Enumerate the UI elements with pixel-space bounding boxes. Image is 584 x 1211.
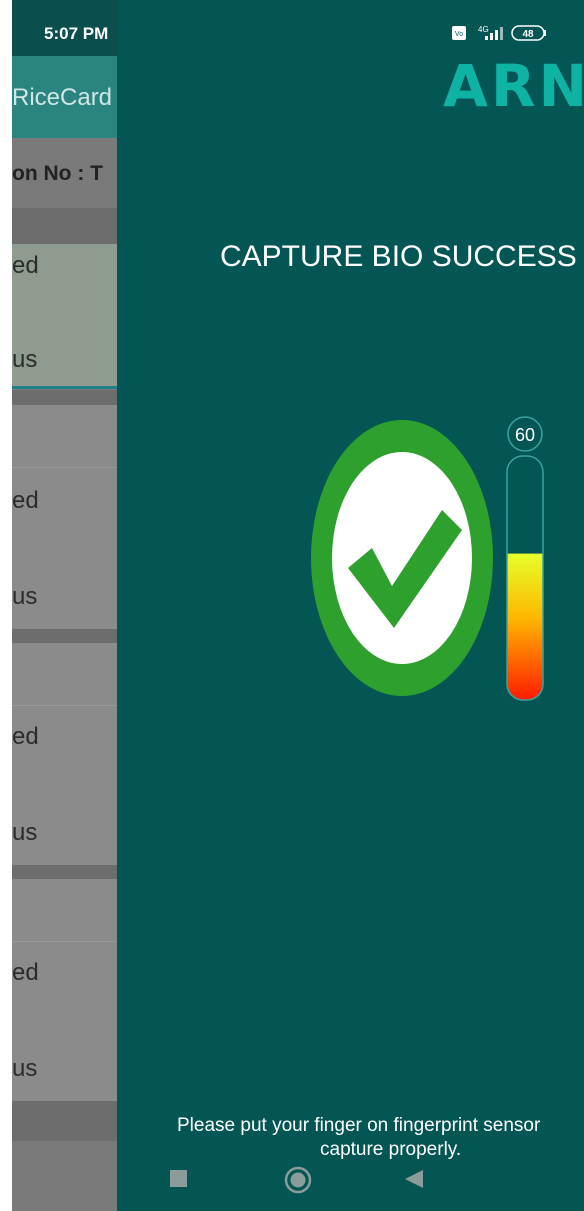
signal-icon: 4G	[478, 25, 503, 40]
back-icon[interactable]	[403, 1168, 425, 1190]
svg-text:4G: 4G	[478, 25, 489, 34]
ration-number-text: on No : T	[12, 162, 103, 185]
svg-text:Vo: Vo	[455, 31, 463, 38]
list-gap	[12, 865, 117, 879]
divider	[12, 467, 117, 468]
list-item-line2: us	[12, 346, 38, 373]
capture-dialog: ARNT CAPTURE BIO SUCCESS ! 60 Please put…	[117, 0, 584, 1211]
divider	[12, 705, 117, 706]
list-item-line2: us	[12, 819, 38, 846]
list-item[interactable]: ed us	[12, 643, 117, 865]
background-app: RiceCard on No : T ed us ed us ed us ed …	[12, 0, 117, 1211]
list-item-line1: ed	[12, 487, 39, 514]
recents-icon[interactable]	[168, 1168, 190, 1190]
list-item-line1: ed	[12, 959, 39, 986]
battery-icon: 48	[511, 25, 546, 41]
selected-indicator	[12, 386, 117, 389]
quality-meter-fill	[507, 553, 543, 700]
quality-meter: 60	[506, 416, 544, 701]
list-item[interactable]: ed us	[12, 244, 117, 388]
hint-line2: capture properly.	[320, 1139, 462, 1160]
list-item-line1: ed	[12, 723, 39, 750]
capture-status-headline: CAPTURE BIO SUCCESS !	[220, 240, 584, 273]
hint-line1: Please put your finger on fingerprint se…	[177, 1115, 541, 1136]
app-title: RiceCard	[12, 84, 113, 111]
home-icon[interactable]	[283, 1165, 313, 1195]
list-item-line2: us	[12, 583, 38, 610]
list-gap	[12, 390, 117, 405]
system-status-icons: Vo 4G 48	[452, 25, 546, 41]
divider	[12, 941, 117, 942]
brand-logo: ARNT	[443, 52, 584, 120]
list-item[interactable]: ed us	[12, 405, 117, 629]
list-gap	[12, 208, 117, 244]
list-item[interactable]: ed us	[12, 879, 117, 1101]
list-item-line1: ed	[12, 252, 39, 279]
quality-value: 60	[515, 425, 535, 445]
list-gap	[12, 629, 117, 643]
volte-icon: Vo	[452, 26, 466, 40]
list-item-line2: us	[12, 1055, 38, 1082]
capture-hint: Please put your finger on fingerprint se…	[177, 1114, 584, 1162]
success-check-icon	[311, 420, 493, 696]
status-time: 5:07 PM	[44, 24, 109, 43]
ration-number-label: on No : T	[12, 138, 117, 208]
list-gap	[12, 1101, 117, 1141]
app-toolbar: RiceCard	[12, 56, 117, 138]
svg-text:48: 48	[522, 29, 534, 40]
